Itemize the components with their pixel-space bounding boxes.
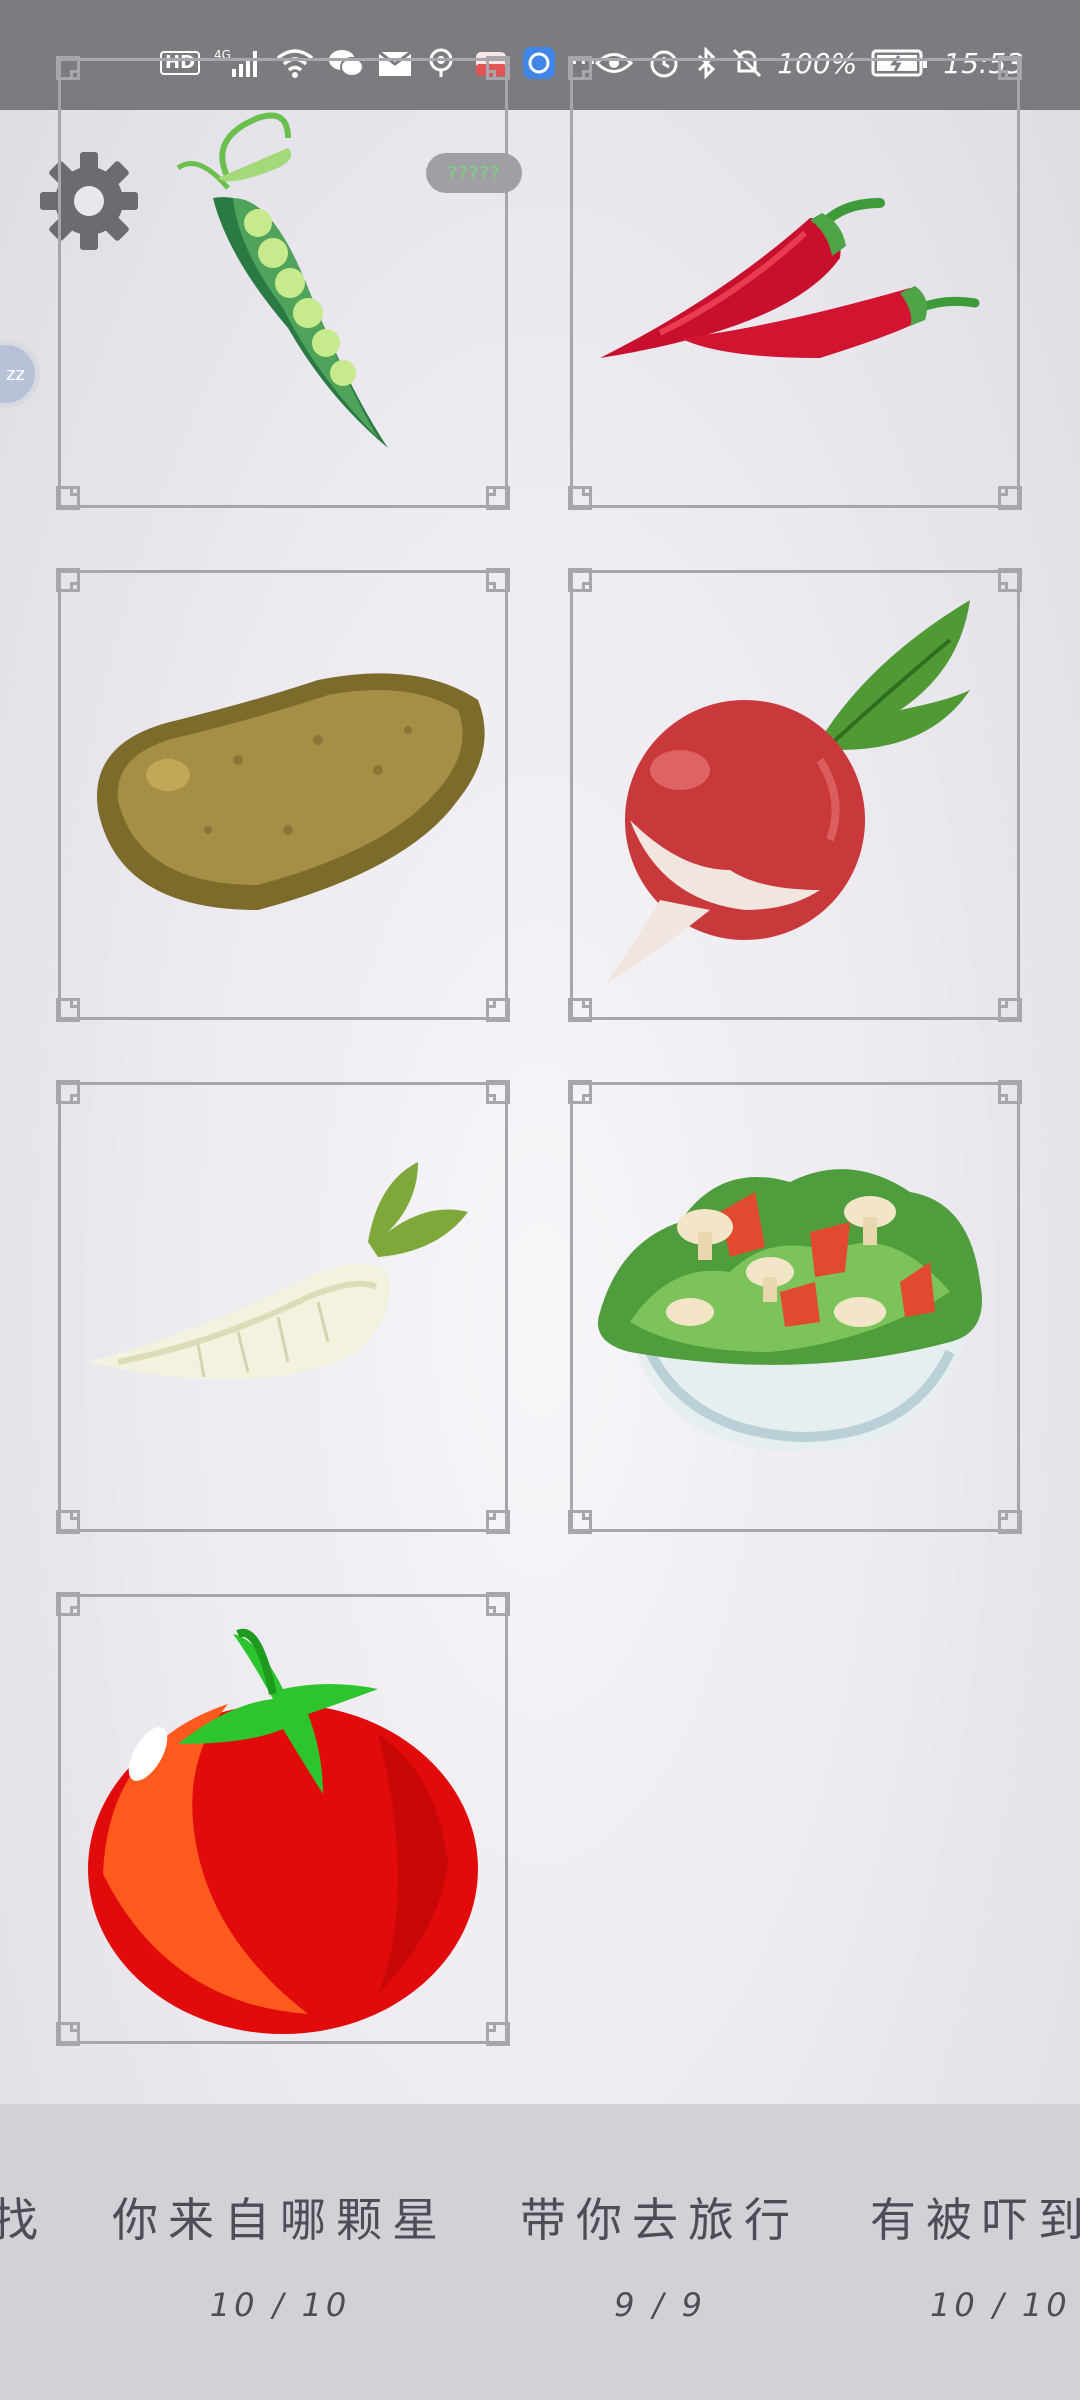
card-tomato[interactable] <box>56 1592 510 2046</box>
tomato-icon <box>88 1628 478 2034</box>
song-title: 有被吓到 <box>870 2193 1080 2247</box>
side-bubble-label: zz <box>6 363 25 385</box>
bottom-song-strip[interactable]: 找 你来自哪颗星 10 / 10 带你去旅行 9 / 9 有被吓到 10 / 1… <box>0 2104 1080 2400</box>
card-chili-peppers[interactable] <box>568 56 1022 510</box>
song-title: 带你去旅行 <box>520 2193 800 2247</box>
chili-pepper-icon <box>600 198 980 358</box>
card-potato[interactable] <box>56 568 510 1022</box>
browser-icon <box>522 46 556 80</box>
song-title: 你来自哪颗星 <box>112 2193 448 2247</box>
song-progress: 10 / 10 <box>209 2286 351 2324</box>
song-item[interactable]: 找 <box>0 2184 60 2286</box>
song-item[interactable]: 带你去旅行 9 / 9 <box>510 2184 810 2324</box>
song-progress: 9 / 9 <box>614 2286 706 2324</box>
daikon-icon <box>88 1162 468 1380</box>
salad-bowl-icon <box>598 1169 982 1452</box>
song-item[interactable]: 有被吓到 10 / 10 <box>870 2184 1080 2324</box>
status-badge: ????? <box>426 153 522 193</box>
potato-icon <box>97 673 485 910</box>
song-progress: 10 / 10 <box>930 2286 1071 2324</box>
floating-assistant-bubble[interactable]: zz <box>0 340 40 408</box>
card-pea-pod[interactable] <box>56 56 510 510</box>
pea-pod-icon <box>176 112 388 448</box>
song-item[interactable]: 你来自哪颗星 10 / 10 <box>110 2184 450 2324</box>
radish-icon <box>605 600 970 985</box>
song-title: 找 <box>0 2193 48 2247</box>
card-daikon[interactable] <box>56 1080 510 1534</box>
card-radish[interactable] <box>568 568 1022 1022</box>
card-salad-bowl[interactable] <box>568 1080 1022 1534</box>
